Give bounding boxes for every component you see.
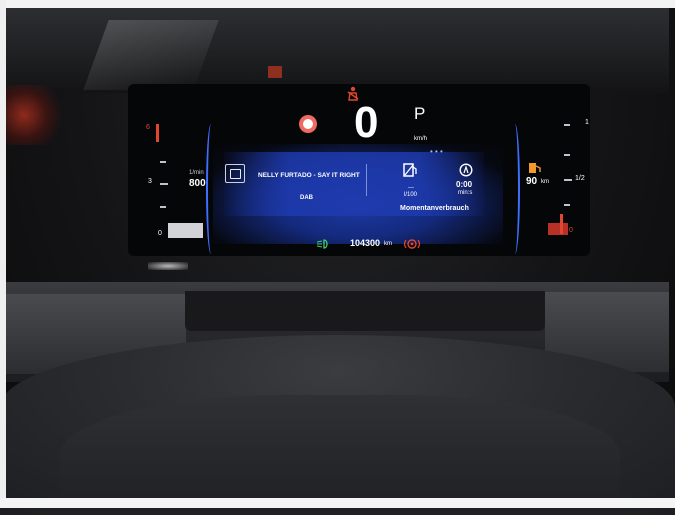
instrument-cluster-display: 0 P km/h • • • 6 3 0 1/min 800 NELLY FUR… xyxy=(128,84,590,256)
timer-unit: min:s xyxy=(458,190,473,196)
fuel-tick xyxy=(564,124,570,126)
red-reflection-left xyxy=(6,85,66,145)
range-value: 90 xyxy=(526,176,538,187)
fuel-tick-top: 1 xyxy=(585,119,589,126)
rpm-value: 800 xyxy=(189,178,206,189)
media-source: DAB xyxy=(300,195,313,201)
fuel-tick-mid: 1/2 xyxy=(575,175,585,182)
parking-brake-warning-icon xyxy=(404,239,420,249)
fuel-pump-icon xyxy=(403,163,417,177)
media-title: NELLY FURTADO - SAY IT RIGHT xyxy=(258,172,360,179)
rpm-tick xyxy=(160,161,166,163)
photo-border-top xyxy=(0,0,675,8)
consumption-label: Momentanverbrauch xyxy=(400,205,469,212)
red-reflection-top xyxy=(268,66,282,78)
gear-indicator: P xyxy=(414,104,426,123)
steering-wheel-hub xyxy=(60,395,620,515)
dashboard-hood xyxy=(6,8,669,93)
fuel-low-mark xyxy=(560,214,563,234)
consumption-value: --- xyxy=(408,185,414,191)
media-divider xyxy=(366,164,367,196)
rpm-tick xyxy=(160,206,166,208)
low-beam-headlight-icon xyxy=(316,239,328,249)
radio-icon[interactable] xyxy=(225,164,245,183)
speed-value: 0 xyxy=(354,98,379,147)
rpm-unit: 1/min xyxy=(189,170,204,176)
fuel-tick-bottom: 0 xyxy=(569,227,573,234)
photo-border-bottom xyxy=(0,498,675,508)
fuel-tick xyxy=(564,179,572,181)
rpm-tick-bottom: 0 xyxy=(158,230,162,237)
fuel-tick xyxy=(564,154,570,156)
odometer-value: 104300 xyxy=(350,238,381,248)
fuel-tick xyxy=(564,204,570,206)
rpm-tick xyxy=(160,183,168,185)
rpm-level-bar xyxy=(168,223,203,238)
speed-unit: km/h xyxy=(414,136,428,142)
cluster-hood-notch xyxy=(185,291,545,331)
light-reflection xyxy=(148,262,188,270)
range-unit: km xyxy=(541,179,549,185)
timer-icon xyxy=(459,163,473,177)
fuel-icon xyxy=(529,163,541,173)
odometer-unit: km xyxy=(384,241,392,247)
timer-value: 0:00 xyxy=(456,180,473,189)
left-gauge-arc xyxy=(206,124,216,254)
status-dot-icon xyxy=(299,115,317,133)
rpm-tick-top: 6 xyxy=(146,124,150,131)
hood-reflection xyxy=(83,20,219,90)
consumption-unit: l/100 xyxy=(404,192,418,198)
photo-border-left xyxy=(0,0,6,508)
fuel-level-bar xyxy=(548,223,568,235)
rpm-tick-mid: 3 xyxy=(148,178,152,185)
page-dots: • • • xyxy=(430,147,443,156)
right-gauge-arc xyxy=(510,124,520,254)
rpm-redline xyxy=(156,124,159,142)
